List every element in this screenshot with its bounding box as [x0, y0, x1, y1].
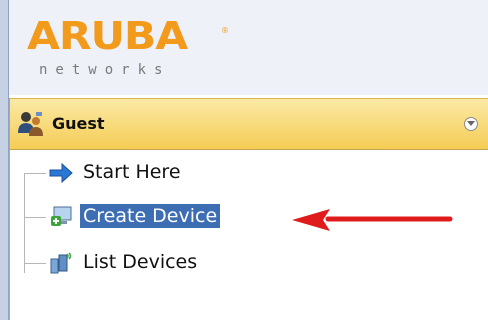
blue-arrow-icon — [49, 162, 73, 184]
collapse-circle-icon[interactable] — [464, 117, 478, 131]
nav-item-label: Start Here — [83, 161, 181, 183]
devices-list-icon — [50, 252, 72, 274]
nav-item-label: List Devices — [83, 251, 198, 273]
window-left-border — [0, 0, 9, 320]
add-device-icon — [51, 206, 72, 226]
tree-guide-line — [24, 173, 25, 273]
tree-connector — [24, 263, 46, 264]
logo-area: ARUBA ® networks — [9, 0, 488, 95]
guest-users-icon — [18, 112, 43, 136]
nav-item-label: Create Device — [80, 204, 221, 228]
tree-connector — [24, 173, 46, 174]
panel-header[interactable]: Guest — [10, 98, 488, 150]
aruba-logo: ARUBA — [27, 14, 188, 58]
red-arrow-icon — [292, 209, 453, 231]
trademark-mark: ® — [221, 26, 229, 35]
panel-title: Guest — [52, 114, 105, 133]
logo-tagline: networks — [39, 62, 171, 78]
app-window: ARUBA ® networks Guest Start Here Create… — [0, 0, 488, 320]
tree-connector — [24, 217, 46, 218]
